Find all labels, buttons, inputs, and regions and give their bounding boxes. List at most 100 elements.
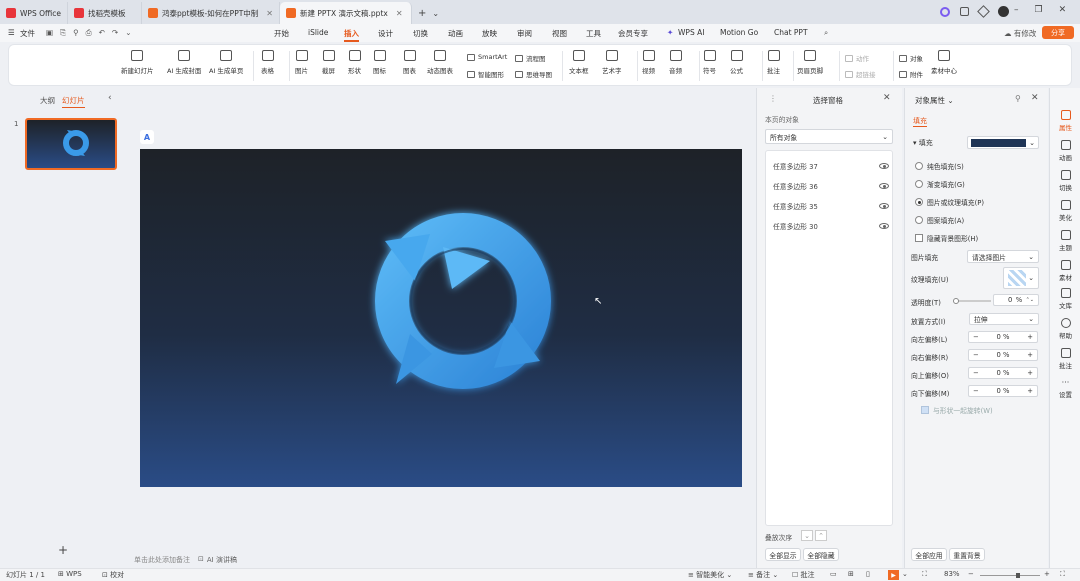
placement-dropdown[interactable]: 拉伸 ⌄ <box>969 313 1039 325</box>
fill-option-solid[interactable]: 纯色填充(S) <box>915 161 964 171</box>
new-slide-button[interactable]: 新建幻灯片 <box>121 50 154 75</box>
smartart-button[interactable]: SmartArt <box>467 53 507 61</box>
ai-notes-button[interactable]: ⊡ AI 演讲稿 <box>198 555 237 565</box>
wordart-button[interactable]: 艺术字 <box>602 50 622 75</box>
smart-graph-button[interactable]: 智能图形 <box>467 69 504 79</box>
menu-design[interactable]: 设计 <box>378 28 393 39</box>
offset-left-stepper[interactable]: −0 % + <box>968 331 1038 343</box>
visibility-eye-icon[interactable] <box>879 163 889 169</box>
decrement-button[interactable]: − <box>973 387 979 395</box>
ai-assistant-icon[interactable]: A <box>140 130 154 144</box>
sidebar-item-help[interactable]: 帮助 <box>1050 318 1080 340</box>
hamburger-icon[interactable]: ☰ <box>8 28 15 37</box>
slideshow-chevron-icon[interactable]: ⌄ <box>902 570 908 578</box>
minimize-button[interactable]: – <box>1014 5 1019 15</box>
screenshot-button[interactable]: 截屏 <box>322 50 335 75</box>
play-slideshow-icon[interactable]: ▶ <box>888 570 899 580</box>
properties-title[interactable]: 对象属性 ⌄ <box>915 95 954 106</box>
list-item[interactable]: 任意多边形 36 <box>765 177 889 195</box>
full-screen-icon[interactable]: ⛶ <box>1060 570 1065 579</box>
fill-option-gradient[interactable]: 渐变填充(G) <box>915 179 965 189</box>
notes-placeholder[interactable]: 单击此处添加备注 <box>134 555 190 565</box>
tab-template[interactable]: 找稻壳模板 <box>68 2 142 24</box>
image-button[interactable]: 图片 <box>295 50 308 75</box>
undo-icon[interactable]: ↶ <box>99 28 105 38</box>
sidebar-item-properties[interactable]: 属性 <box>1050 110 1080 132</box>
slider-handle[interactable] <box>953 298 959 304</box>
hide-all-button[interactable]: 全部隐藏 <box>803 548 839 561</box>
zoom-out-button[interactable]: − <box>968 570 974 578</box>
list-item[interactable]: 任意多边形 37 <box>765 157 889 175</box>
window-icon[interactable] <box>960 7 969 16</box>
more-chevron-icon[interactable]: ⌄ <box>125 28 131 38</box>
list-item[interactable]: 任意多边形 35 <box>765 197 889 215</box>
increment-button[interactable]: + <box>1027 351 1033 359</box>
fill-color-picker[interactable]: ⌄ <box>967 136 1039 149</box>
list-item[interactable]: 任意多边形 30 <box>765 217 889 235</box>
menu-member[interactable]: 会员专享 <box>618 28 648 39</box>
visibility-eye-icon[interactable] <box>879 183 889 189</box>
proofread-button[interactable]: ⊡ 校对 <box>102 570 124 580</box>
material-center-button[interactable]: 素材中心 <box>931 50 957 75</box>
transparency-input[interactable]: 0% ⌃⌄ <box>993 294 1039 306</box>
sidebar-item-theme[interactable]: 主题 <box>1050 230 1080 252</box>
collapse-panel-icon[interactable]: ‹ <box>108 93 112 103</box>
cube-icon[interactable] <box>977 5 990 18</box>
audio-button[interactable]: 音频 <box>669 50 682 75</box>
decrement-button[interactable]: − <box>973 369 979 377</box>
formula-button[interactable]: 公式 <box>730 50 743 75</box>
symbol-button[interactable]: 符号 <box>703 50 716 75</box>
sidebar-item-comments[interactable]: 批注 <box>1050 348 1080 370</box>
edit-status[interactable]: ☁ 有修改 <box>1004 28 1036 39</box>
textbox-button[interactable]: 文本框 <box>569 50 589 75</box>
slide[interactable]: ↖ <box>140 149 742 487</box>
sidebar-item-animation[interactable]: 动画 <box>1050 140 1080 162</box>
copilot-icon[interactable] <box>940 6 950 17</box>
video-button[interactable]: 视频 <box>642 50 655 75</box>
print-preview-icon[interactable]: ⚲ <box>73 28 79 38</box>
attachment-button[interactable]: 附件 <box>899 69 923 79</box>
fit-window-icon[interactable]: ⛶ <box>922 570 927 579</box>
close-tab-icon[interactable]: ✕ <box>396 9 403 18</box>
file-menu[interactable]: 文件 <box>20 28 35 39</box>
sidebar-item-transition[interactable]: 切换 <box>1050 170 1080 192</box>
tab-wps-office[interactable]: WPS Office <box>0 2 68 24</box>
icon-button[interactable]: 图标 <box>373 50 386 75</box>
menu-home[interactable]: 开始 <box>274 28 289 39</box>
zoom-in-button[interactable]: + <box>1044 570 1050 578</box>
move-up-button[interactable]: ⌃ <box>815 530 827 541</box>
table-button[interactable]: 表格 <box>261 50 274 75</box>
menu-chat-ppt[interactable]: Chat PPT <box>774 28 808 37</box>
offset-bottom-stepper[interactable]: −0 % + <box>968 385 1038 397</box>
tab-list-chevron-icon[interactable]: ⌄ <box>432 9 439 18</box>
increment-button[interactable]: + <box>1027 333 1033 341</box>
tab-ppt-template-doc[interactable]: 鸿泰ppt模板-如何在PPT中制作…✕ <box>142 2 280 24</box>
pin-icon[interactable]: ⚲ <box>1015 94 1021 103</box>
menu-slideshow[interactable]: 放映 <box>482 28 497 39</box>
close-tab-icon[interactable]: ✕ <box>266 9 273 18</box>
drag-handle-icon[interactable]: ⋮ <box>769 94 777 103</box>
texture-picker[interactable]: ⌄ <box>1003 267 1039 289</box>
shape-button[interactable]: 形状 <box>348 50 361 75</box>
menu-wps-ai[interactable]: WPS AI <box>678 28 704 37</box>
object-filter-dropdown[interactable]: 所有对象 ⌄ <box>765 129 893 144</box>
increment-button[interactable]: + <box>1027 369 1033 377</box>
comment-button[interactable]: 批注 <box>767 50 780 75</box>
close-selection-pane-button[interactable]: ✕ <box>883 93 891 103</box>
reading-view-icon[interactable]: ▯ <box>866 570 870 578</box>
decrement-button[interactable]: − <box>973 351 979 359</box>
slide-sorter-icon[interactable]: ⊞ <box>848 570 854 578</box>
tab-slides[interactable]: 幻灯片 <box>62 95 85 108</box>
search-icon[interactable]: ⌕ <box>824 28 828 38</box>
tab-fill[interactable]: 填充 <box>913 116 927 127</box>
export-icon[interactable]: ⎘ <box>60 28 66 38</box>
move-down-button[interactable]: ⌄ <box>801 530 813 541</box>
notes-toggle[interactable]: ≡ 备注 ⌄ <box>748 570 778 580</box>
radio-pattern[interactable] <box>915 216 923 224</box>
visibility-eye-icon[interactable] <box>879 203 889 209</box>
tab-outline[interactable]: 大纲 <box>40 95 55 106</box>
fill-section-header[interactable]: ▾ 填充 <box>913 138 933 148</box>
hide-background-checkbox[interactable] <box>915 234 923 242</box>
transparency-slider[interactable] <box>953 298 991 304</box>
apply-all-button[interactable]: 全部应用 <box>911 548 947 561</box>
